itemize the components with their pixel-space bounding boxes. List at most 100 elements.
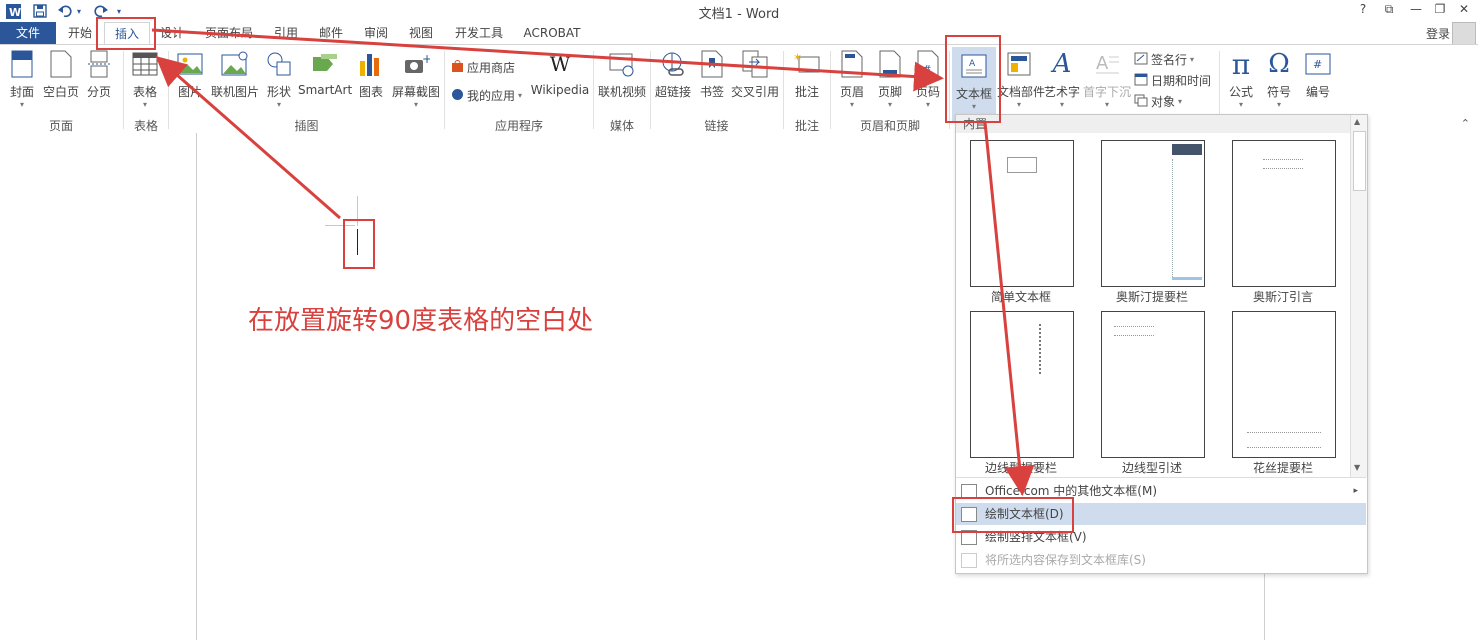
thumb-filigree-sidebar[interactable] bbox=[1232, 311, 1336, 458]
footer-button[interactable]: 页脚 ▾ bbox=[874, 49, 906, 109]
comment-icon: ✶ bbox=[793, 49, 821, 79]
smartart-icon bbox=[311, 49, 339, 79]
online-picture-button[interactable]: 联机图片 bbox=[210, 49, 260, 100]
tab-mailings[interactable]: 邮件 bbox=[311, 22, 351, 44]
bookmark-button[interactable]: 书签 bbox=[697, 49, 727, 100]
table-icon bbox=[131, 49, 159, 79]
drop-cap-icon: A bbox=[1093, 49, 1121, 79]
thumb-banded-quote[interactable] bbox=[1101, 311, 1205, 458]
object-label: 对象 bbox=[1151, 95, 1176, 109]
chart-label: 图表 bbox=[358, 85, 383, 99]
thumb-banded-sidebar[interactable] bbox=[970, 311, 1074, 458]
wordart-label: 艺术字 bbox=[1043, 85, 1080, 99]
wikipedia-button[interactable]: W Wikipedia bbox=[530, 49, 590, 97]
app-store-button[interactable]: 应用商店 bbox=[451, 59, 515, 76]
page-number-button[interactable]: # 页码 ▾ bbox=[912, 49, 944, 109]
close-button[interactable]: ✕ bbox=[1453, 2, 1475, 20]
numbering-button[interactable]: # 编号 bbox=[1300, 49, 1336, 100]
cross-reference-button[interactable]: 交叉引用 bbox=[730, 49, 780, 100]
online-video-button[interactable]: 联机视频 bbox=[597, 49, 647, 100]
drop-cap-label: 首字下沉 bbox=[1083, 85, 1132, 99]
page-number-icon: # bbox=[914, 49, 942, 79]
tab-developer[interactable]: 开发工具 bbox=[446, 22, 512, 44]
quick-parts-button[interactable]: 文档部件 ▾ bbox=[997, 49, 1046, 109]
thumb-simple-text-box[interactable] bbox=[970, 140, 1074, 287]
minimize-button[interactable]: — bbox=[1405, 2, 1427, 20]
ribbon-display-options-button[interactable]: ⧉ bbox=[1378, 2, 1400, 20]
hyperlink-button[interactable]: 超链接 bbox=[654, 49, 692, 100]
thumb-austin-sidebar[interactable] bbox=[1101, 140, 1205, 287]
collapse-ribbon-icon[interactable]: ⌃ bbox=[1461, 117, 1470, 130]
symbol-button[interactable]: Ω 符号 ▾ bbox=[1262, 49, 1296, 109]
title-bar: W ▾ ▾ 文档1 - Word ? ⧉ — ❐ ✕ bbox=[0, 0, 1478, 22]
drop-cap-button[interactable]: A 首字下沉 ▾ bbox=[1083, 49, 1131, 109]
signature-line-button[interactable]: 签名行 ▾ bbox=[1134, 51, 1194, 68]
group-header-footer-label: 页眉和页脚 bbox=[859, 119, 920, 133]
page-number-label: 页码 bbox=[915, 85, 940, 99]
comment-button[interactable]: ✶ 批注 bbox=[790, 49, 824, 100]
chart-button[interactable]: 图表 bbox=[356, 49, 386, 100]
blank-page-button[interactable]: 空白页 bbox=[42, 49, 80, 100]
group-media-label: 媒体 bbox=[609, 119, 634, 133]
picture-icon bbox=[176, 49, 204, 79]
header-button[interactable]: 页眉 ▾ bbox=[836, 49, 868, 109]
tab-page-layout[interactable]: 页面布局 bbox=[198, 22, 260, 44]
thumb-austin-quote[interactable] bbox=[1232, 140, 1336, 287]
cover-page-button[interactable]: 封面 ▾ bbox=[6, 49, 38, 109]
sign-in-link[interactable]: 登录 bbox=[1426, 25, 1450, 42]
blank-page-icon bbox=[47, 49, 75, 79]
online-video-label: 联机视频 bbox=[597, 85, 646, 99]
object-button[interactable]: 对象 ▾ bbox=[1134, 93, 1182, 110]
tab-design[interactable]: 设计 bbox=[152, 22, 192, 44]
screenshot-button[interactable]: + 屏幕截图 ▾ bbox=[390, 49, 442, 109]
cover-page-label: 封面 bbox=[9, 85, 34, 99]
tab-acrobat[interactable]: ACROBAT bbox=[518, 22, 586, 44]
tab-home[interactable]: 开始 bbox=[60, 22, 100, 44]
my-apps-button[interactable]: 我的应用 ▾ bbox=[451, 87, 522, 104]
quick-parts-label: 文档部件 bbox=[997, 85, 1046, 99]
picture-button[interactable]: 图片 bbox=[173, 49, 207, 100]
table-button[interactable]: 表格 ▾ bbox=[128, 49, 162, 109]
table-label: 表格 bbox=[132, 85, 157, 99]
equation-label: 公式 bbox=[1228, 85, 1253, 99]
signature-line-dropdown-icon: ▾ bbox=[1190, 55, 1195, 64]
thumb-label: 奥斯汀提要栏 bbox=[1115, 290, 1188, 304]
group-apps-label: 应用程序 bbox=[494, 119, 543, 133]
shapes-label: 形状 bbox=[266, 85, 291, 99]
highlight-draw-text-box bbox=[952, 497, 1074, 533]
my-apps-dropdown-icon: ▾ bbox=[518, 91, 523, 100]
page-break-button[interactable]: 分页 bbox=[84, 49, 114, 100]
symbol-label: 符号 bbox=[1266, 85, 1291, 99]
header-dropdown-icon: ▾ bbox=[849, 100, 854, 109]
ribbon-tabs: 文件 开始 插入 设计 页面布局 引用 邮件 审阅 视图 开发工具 ACROBA… bbox=[0, 22, 1478, 46]
gallery-scrollbar[interactable]: ▲ ▼ bbox=[1350, 115, 1367, 477]
object-icon bbox=[1134, 94, 1148, 110]
tab-review[interactable]: 审阅 bbox=[356, 22, 396, 44]
omega-icon: Ω bbox=[1268, 49, 1290, 79]
smartart-button[interactable]: SmartArt bbox=[298, 49, 352, 97]
screenshot-dropdown-icon: ▾ bbox=[413, 100, 418, 109]
drop-cap-dropdown-icon: ▾ bbox=[1104, 100, 1109, 109]
tab-file[interactable]: 文件 bbox=[0, 22, 56, 44]
annotation-text: 在放置旋转90度表格的空白处 bbox=[248, 306, 594, 336]
menu-save-selection-label: 将所选内容保存到文本框库(S) bbox=[985, 553, 1146, 567]
restore-button[interactable]: ❐ bbox=[1429, 2, 1451, 20]
wordart-button[interactable]: A 艺术字 ▾ bbox=[1042, 49, 1082, 109]
cover-dropdown-icon: ▾ bbox=[19, 100, 24, 109]
tab-references[interactable]: 引用 bbox=[266, 22, 306, 44]
online-picture-label: 联机图片 bbox=[210, 85, 259, 99]
svg-text:#: # bbox=[1313, 58, 1322, 71]
smartart-label: SmartArt bbox=[298, 83, 353, 97]
tab-view[interactable]: 视图 bbox=[401, 22, 441, 44]
shapes-button[interactable]: 形状 ▾ bbox=[263, 49, 295, 109]
avatar[interactable] bbox=[1452, 22, 1476, 46]
date-time-button[interactable]: 日期和时间 bbox=[1134, 72, 1211, 89]
equation-button[interactable]: π 公式 ▾ bbox=[1224, 48, 1258, 110]
wikipedia-icon: W bbox=[549, 52, 571, 76]
wordart-icon: A bbox=[1052, 49, 1072, 79]
scroll-up-icon[interactable]: ▲ bbox=[1354, 117, 1360, 126]
scrollbar-thumb[interactable] bbox=[1353, 131, 1366, 191]
scroll-down-icon[interactable]: ▼ bbox=[1354, 463, 1360, 472]
cover-page-icon bbox=[8, 49, 36, 79]
help-button[interactable]: ? bbox=[1352, 2, 1374, 20]
